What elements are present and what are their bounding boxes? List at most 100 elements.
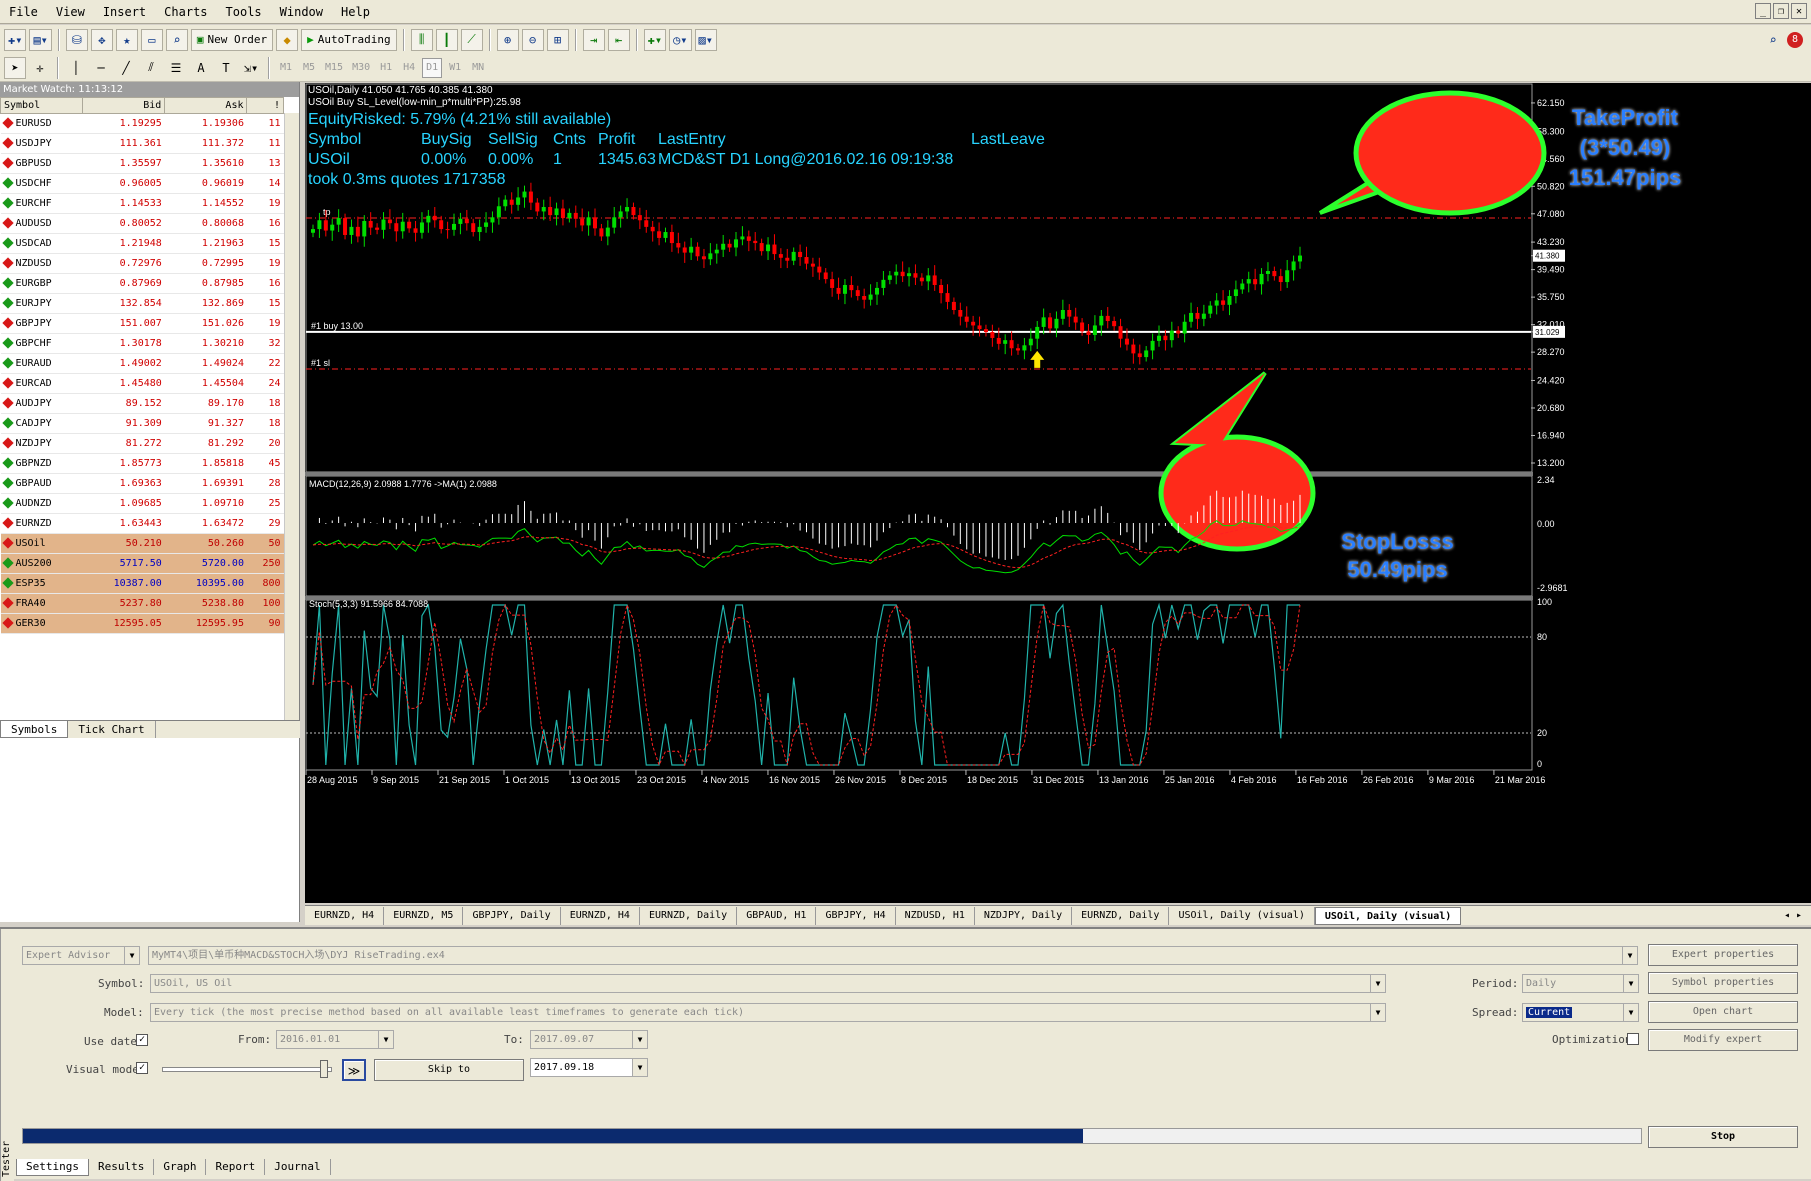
visual-speed-slider[interactable]: [162, 1067, 332, 1072]
slider-thumb[interactable]: [320, 1060, 328, 1078]
zoom-out-icon[interactable]: ⊖: [521, 28, 544, 51]
crosshair-icon[interactable]: ✛: [29, 57, 51, 79]
timeframe-h4[interactable]: H4: [399, 58, 419, 78]
chart-tab[interactable]: GBPJPY, Daily: [463, 906, 561, 925]
market-watch-row[interactable]: EURNZD 1.63443 1.63472 29: [0, 513, 284, 534]
bar-chart-icon[interactable]: ⫼: [410, 28, 433, 51]
market-watch-row[interactable]: GBPUSD 1.35597 1.35610 13: [0, 153, 284, 174]
column-header-bid[interactable]: Bid: [82, 97, 166, 114]
use-date-checkbox[interactable]: ✓: [136, 1034, 148, 1046]
chart-tab[interactable]: NZDUSD, H1: [896, 906, 975, 925]
data-window-icon[interactable]: ✥: [90, 28, 113, 51]
market-watch-row[interactable]: GBPJPY 151.007 151.026 19: [0, 313, 284, 334]
market-watch-row[interactable]: USDCHF 0.96005 0.96019 14: [0, 173, 284, 194]
column-header-ask[interactable]: Ask: [164, 97, 248, 114]
market-watch-row[interactable]: EURCAD 1.45480 1.45504 24: [0, 373, 284, 394]
symbol-select[interactable]: USOil, US Oil ▼: [150, 974, 1386, 993]
skip-to-date-input[interactable]: 2017.09.18 ▼: [530, 1058, 648, 1077]
terminal-icon[interactable]: ▭: [140, 28, 163, 51]
zoom-in-icon[interactable]: ⊕: [496, 28, 519, 51]
market-watch-row[interactable]: NZDJPY 81.272 81.292 20: [0, 433, 284, 454]
minimize-icon[interactable]: _: [1755, 3, 1771, 19]
tab-graph[interactable]: Graph: [154, 1159, 207, 1175]
market-watch-scrollbar[interactable]: [284, 113, 299, 720]
market-watch-row[interactable]: EURUSD 1.19295 1.19306 11: [0, 113, 284, 134]
model-select[interactable]: Every tick (the most precise method base…: [150, 1003, 1386, 1022]
tab-tick-chart[interactable]: Tick Chart: [68, 721, 156, 738]
tile-windows-icon[interactable]: ⊞: [546, 28, 569, 51]
chevron-down-icon[interactable]: ▼: [1370, 975, 1385, 992]
expert-select[interactable]: MyMT4\项目\单币种MACD&STOCH入场\DYJ RiseTrading…: [148, 946, 1638, 965]
market-watch-row[interactable]: AUS200 5717.50 5720.00 250: [0, 553, 284, 574]
menu-file[interactable]: File: [0, 5, 47, 19]
vertical-line-icon[interactable]: │: [65, 57, 87, 79]
market-watch-row[interactable]: GBPCHF 1.30178 1.30210 32: [0, 333, 284, 354]
notifications-badge[interactable]: 8: [1787, 31, 1803, 48]
expert-properties-button[interactable]: Expert properties: [1648, 944, 1798, 966]
timeframe-h1[interactable]: H1: [376, 58, 396, 78]
market-watch-row[interactable]: NZDUSD 0.72976 0.72995 19: [0, 253, 284, 274]
menu-view[interactable]: View: [47, 5, 94, 19]
period-select[interactable]: Daily ▼: [1522, 974, 1639, 993]
modify-expert-button[interactable]: Modify expert: [1648, 1029, 1798, 1051]
market-watch-row[interactable]: USOil 50.210 50.260 50: [0, 533, 284, 554]
timeframe-m15[interactable]: M15: [322, 58, 346, 78]
channel-icon[interactable]: ⫽: [140, 57, 162, 79]
market-watch-row[interactable]: EURCHF 1.14533 1.14552 19: [0, 193, 284, 214]
tabs-scroll-icon[interactable]: ◂ ▸: [1775, 907, 1811, 925]
chevron-down-icon[interactable]: ▼: [632, 1059, 647, 1076]
autotrading-button[interactable]: ▶ AutoTrading: [301, 28, 397, 51]
chart-tab[interactable]: EURNZD, Daily: [1072, 906, 1170, 925]
market-watch-row[interactable]: ESP35 10387.00 10395.00 800: [0, 573, 284, 594]
indicators-icon[interactable]: ✚▾: [643, 28, 667, 51]
chart-tab[interactable]: USOil, Daily (visual): [1314, 906, 1462, 925]
chart-window[interactable]: 62.150 58.300 54.560 50.820 47.080 43.230 41.3…: [305, 83, 1811, 903]
menu-window[interactable]: Window: [271, 5, 332, 19]
market-watch-row[interactable]: GBPAUD 1.69363 1.69391 28: [0, 473, 284, 494]
metaeditor-icon[interactable]: ◆: [276, 28, 299, 51]
text-label-icon[interactable]: T: [215, 57, 237, 79]
timeframe-m30[interactable]: M30: [349, 58, 373, 78]
market-watch-row[interactable]: AUDNZD 1.09685 1.09710 25: [0, 493, 284, 514]
menu-insert[interactable]: Insert: [94, 5, 155, 19]
menu-charts[interactable]: Charts: [155, 5, 216, 19]
new-chart-icon[interactable]: ✚▾: [4, 28, 27, 51]
candlestick-icon[interactable]: ┃: [435, 28, 458, 51]
chart-tab[interactable]: EURNZD, M5: [384, 906, 464, 925]
chart-tab[interactable]: GBPAUD, H1: [737, 906, 817, 925]
skip-to-button[interactable]: Skip to: [374, 1059, 524, 1081]
column-header-spread[interactable]: !: [246, 97, 284, 114]
timeframe-mn[interactable]: MN: [468, 58, 488, 78]
chart-tab[interactable]: NZDJPY, Daily: [975, 906, 1073, 925]
tester-type-select[interactable]: Expert Advisor ▼: [22, 946, 140, 965]
line-chart-icon[interactable]: ⟋: [460, 28, 483, 51]
tab-results[interactable]: Results: [89, 1159, 155, 1175]
chevron-down-icon[interactable]: ▼: [1623, 975, 1638, 992]
menu-tools[interactable]: Tools: [217, 5, 271, 19]
optimization-checkbox[interactable]: [1627, 1033, 1639, 1045]
timeframe-m5[interactable]: M5: [299, 58, 319, 78]
from-date-input[interactable]: 2016.01.01 ▼: [276, 1030, 394, 1049]
chart-tab[interactable]: GBPJPY, H4: [816, 906, 896, 925]
column-header-symbol[interactable]: Symbol: [0, 97, 84, 114]
templates-icon[interactable]: ▨▾: [694, 28, 717, 51]
search-icon[interactable]: ⌕: [1762, 29, 1784, 51]
new-order-button[interactable]: ▣ New Order: [190, 28, 274, 51]
tab-symbols[interactable]: Symbols: [0, 721, 69, 738]
market-watch-row[interactable]: USDCAD 1.21948 1.21963 15: [0, 233, 284, 254]
menu-help[interactable]: Help: [332, 5, 379, 19]
tab-settings[interactable]: Settings: [16, 1158, 89, 1176]
stop-button[interactable]: Stop: [1648, 1126, 1798, 1148]
market-watch-icon[interactable]: ⛁: [65, 28, 88, 51]
market-watch-row[interactable]: CADJPY 91.309 91.327 18: [0, 413, 284, 434]
chevron-down-icon[interactable]: ▼: [378, 1031, 393, 1048]
chart-shift-icon[interactable]: ⇤: [607, 28, 630, 51]
tab-journal[interactable]: Journal: [265, 1159, 331, 1175]
chart-tab[interactable]: EURNZD, H4: [305, 906, 385, 925]
chart-tab[interactable]: USOil, Daily (visual): [1169, 906, 1315, 925]
periods-icon[interactable]: ◷▾: [669, 28, 692, 51]
market-watch-row[interactable]: EURAUD 1.49002 1.49024 22: [0, 353, 284, 374]
chart-tab[interactable]: EURNZD, H4: [561, 906, 640, 925]
chevron-down-icon[interactable]: ▼: [124, 947, 139, 964]
chevron-down-icon[interactable]: ▼: [1370, 1004, 1385, 1021]
